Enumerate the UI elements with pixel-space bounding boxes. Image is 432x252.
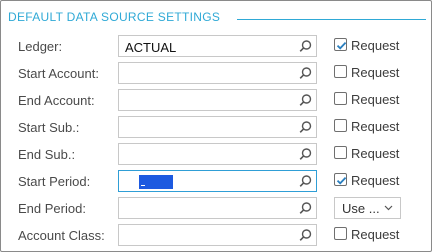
end-sub-request-label: Request bbox=[351, 146, 400, 161]
end-account-request-label: Request bbox=[351, 92, 400, 107]
search-icon[interactable] bbox=[298, 147, 313, 162]
start-period-field[interactable] bbox=[118, 170, 317, 192]
account-class-request-label: Request bbox=[351, 227, 400, 242]
end-period-option-value: Use ... bbox=[342, 201, 380, 216]
ledger-label: Ledger: bbox=[18, 39, 63, 54]
start-period-request-checkbox[interactable] bbox=[334, 173, 347, 186]
row-start-sub: Start Sub.: Request bbox=[1, 116, 431, 138]
end-period-label: End Period: bbox=[18, 201, 86, 216]
start-period-request-label: Request bbox=[351, 173, 400, 188]
search-icon[interactable] bbox=[298, 66, 313, 81]
search-icon[interactable] bbox=[298, 174, 313, 189]
row-start-period: Start Period: Request bbox=[1, 170, 431, 192]
start-account-label: Start Account: bbox=[18, 66, 99, 81]
account-class-request-checkbox[interactable] bbox=[334, 227, 347, 240]
ledger-request-checkbox[interactable] bbox=[334, 38, 347, 51]
end-period-field[interactable] bbox=[118, 197, 317, 219]
search-icon[interactable] bbox=[298, 120, 313, 135]
search-icon[interactable] bbox=[298, 228, 313, 243]
end-account-field[interactable] bbox=[118, 89, 317, 111]
search-icon[interactable] bbox=[298, 39, 313, 54]
account-class-label: Account Class: bbox=[18, 228, 105, 243]
checkmark-icon bbox=[336, 176, 347, 185]
text-cursor bbox=[141, 185, 145, 186]
end-sub-field[interactable] bbox=[118, 143, 317, 165]
end-period-option-select[interactable]: Use ... bbox=[334, 197, 401, 219]
row-ledger: Ledger: ACTUAL Request bbox=[1, 35, 431, 57]
checkmark-icon bbox=[336, 41, 347, 50]
start-sub-label: Start Sub.: bbox=[18, 120, 80, 135]
search-icon[interactable] bbox=[298, 93, 313, 108]
end-account-label: End Account: bbox=[18, 93, 95, 108]
start-sub-request-label: Request bbox=[351, 119, 400, 134]
search-icon[interactable] bbox=[298, 201, 313, 216]
text-selection-highlight bbox=[139, 175, 173, 189]
ledger-value: ACTUAL bbox=[125, 40, 177, 55]
end-sub-label: End Sub.: bbox=[18, 147, 76, 162]
start-period-label: Start Period: bbox=[18, 174, 91, 189]
section-title: DEFAULT DATA SOURCE SETTINGS bbox=[8, 10, 221, 24]
start-account-field[interactable] bbox=[118, 62, 317, 84]
row-end-account: End Account: Request bbox=[1, 89, 431, 111]
row-end-sub: End Sub.: Request bbox=[1, 143, 431, 165]
section-divider bbox=[237, 19, 426, 20]
data-source-settings-panel: DEFAULT DATA SOURCE SETTINGS Ledger: ACT… bbox=[0, 0, 432, 252]
ledger-request-label: Request bbox=[351, 38, 400, 53]
end-account-request-checkbox[interactable] bbox=[334, 92, 347, 105]
chevron-down-icon bbox=[384, 205, 393, 211]
start-account-request-checkbox[interactable] bbox=[334, 65, 347, 78]
row-start-account: Start Account: Request bbox=[1, 62, 431, 84]
account-class-field[interactable] bbox=[118, 224, 317, 246]
row-end-period: End Period: Use ... bbox=[1, 197, 431, 219]
start-sub-request-checkbox[interactable] bbox=[334, 119, 347, 132]
row-account-class: Account Class: Request bbox=[1, 224, 431, 246]
start-account-request-label: Request bbox=[351, 65, 400, 80]
ledger-field[interactable]: ACTUAL bbox=[118, 35, 317, 57]
start-sub-field[interactable] bbox=[118, 116, 317, 138]
end-sub-request-checkbox[interactable] bbox=[334, 146, 347, 159]
